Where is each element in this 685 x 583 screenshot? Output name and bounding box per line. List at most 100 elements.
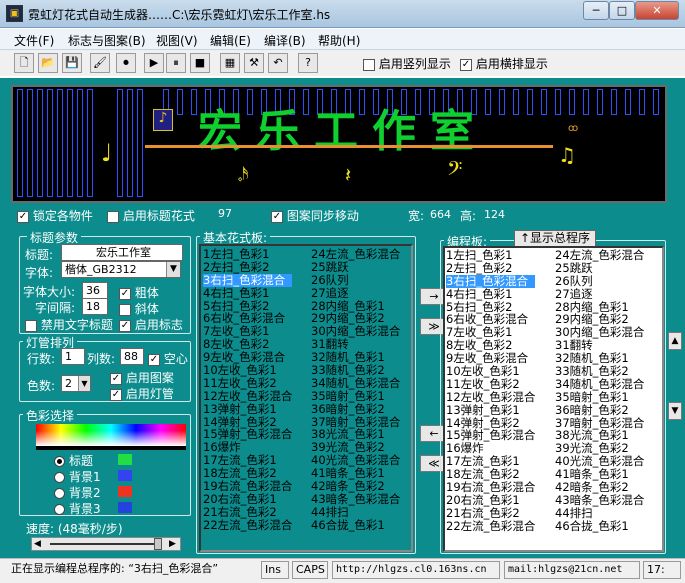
color-option-3[interactable]: 背景3 [54, 500, 101, 517]
list-item[interactable]: 43暗条_色彩混合 [311, 493, 400, 506]
list-item[interactable]: 22左流_色彩混合 [446, 519, 535, 533]
maximize-button[interactable]: □ [609, 1, 635, 20]
list-item[interactable]: 2左扫_色彩2 [446, 261, 535, 275]
enable-logo-checkbox[interactable]: ✓ [119, 319, 131, 332]
close-button[interactable]: ✕ [635, 1, 679, 20]
list-item[interactable]: 19右流_色彩混合 [203, 480, 292, 493]
list-item[interactable]: 10左收_色彩1 [203, 364, 292, 377]
list-item[interactable]: 25跳跃 [311, 260, 400, 274]
pause-icon[interactable]: ⏸ [166, 53, 186, 73]
color-swatch[interactable] [118, 486, 132, 497]
list-item[interactable]: 42暗条_色彩2 [311, 480, 400, 493]
list-item[interactable]: 10左收_色彩1 [446, 365, 535, 378]
list-item[interactable]: 21右流_色彩2 [203, 505, 292, 519]
list-item[interactable]: 44排扫 [311, 505, 400, 519]
radio-button[interactable] [54, 488, 65, 499]
help-icon[interactable]: ? [298, 53, 318, 73]
speed-slider[interactable]: ◀ ▶ [31, 537, 181, 551]
neon-preview[interactable]: ♪ 宏乐工作室 ♩ 𝆹𝅥𝅯 𝄽 𝄢 ♫ ꝏ [11, 85, 667, 203]
hollow-checkbox[interactable]: ✓ [148, 353, 160, 366]
color-swatch[interactable] [118, 470, 132, 481]
list-item[interactable]: 36暗射_色彩2 [555, 403, 644, 417]
show-program-button[interactable]: ↑显示总程序 [514, 230, 596, 247]
list-item[interactable]: 26队列 [311, 273, 400, 287]
list-item[interactable]: 19右流_色彩混合 [446, 481, 535, 494]
menu-help[interactable]: 帮助(H) [318, 32, 360, 49]
stop-record-icon[interactable]: ⏺ [116, 53, 136, 73]
cols-input[interactable]: 88 [120, 348, 144, 365]
color-option-0[interactable]: 标题 [54, 452, 93, 469]
disable-text-title-checkbox[interactable] [25, 319, 37, 332]
slider-right-icon[interactable]: ▶ [169, 539, 176, 549]
list-item[interactable]: 35暗射_色彩1 [555, 390, 644, 404]
minimize-button[interactable]: ─ [583, 1, 609, 20]
chevron-down-icon[interactable]: ▼ [78, 376, 90, 391]
enable-pattern-checkbox[interactable]: ✓ [110, 372, 122, 385]
list-item[interactable]: 12左收_色彩混合 [203, 389, 292, 403]
menu-file[interactable]: 文件(F) [14, 32, 54, 49]
list-item[interactable]: 11左收_色彩2 [203, 377, 292, 390]
italic-checkbox[interactable] [119, 303, 131, 316]
color-option-1[interactable]: 背景1 [54, 468, 101, 485]
save-icon[interactable]: 💾 [62, 53, 82, 73]
list-item[interactable]: 24左流_色彩混合 [555, 249, 644, 262]
show-vertical-checkbox[interactable] [363, 58, 375, 71]
color-spectrum-picker[interactable] [36, 424, 186, 446]
move-down-button[interactable]: ▼ [668, 402, 682, 420]
menu-view[interactable]: 视图(V) [156, 32, 198, 49]
list-item[interactable]: 21右流_色彩2 [446, 506, 535, 520]
list-item[interactable]: 26队列 [555, 274, 644, 288]
list-item[interactable]: 34随机_色彩混合 [555, 378, 644, 391]
radio-button[interactable] [54, 472, 65, 483]
calc-icon[interactable]: ▦ [220, 53, 240, 73]
list-item[interactable]: 11左收_色彩2 [446, 378, 535, 391]
size-input[interactable]: 36 [82, 282, 108, 299]
title-input[interactable]: 宏乐工作室 [61, 244, 183, 261]
status-url[interactable]: http://hlgzs.cl0.163ns.cn [332, 561, 500, 579]
list-item[interactable]: 27追逐 [555, 287, 644, 301]
title-style-option[interactable]: 启用标题花式 [107, 207, 195, 224]
list-item[interactable]: 13弹射_色彩1 [203, 402, 292, 416]
radio-button[interactable] [54, 456, 65, 467]
list-item[interactable]: 35暗射_色彩1 [311, 389, 400, 403]
open-icon[interactable]: 📂 [38, 53, 58, 73]
list-item[interactable]: 4右扫_色彩1 [446, 287, 535, 301]
list-item[interactable]: 46合拢_色彩1 [555, 519, 644, 533]
list-item[interactable]: 36暗射_色彩2 [311, 402, 400, 416]
list-item[interactable]: 1左扫_色彩1 [203, 248, 292, 261]
list-item[interactable]: 20右流_色彩1 [446, 494, 535, 507]
new-icon[interactable]: 🗋 [14, 53, 34, 73]
colors-select[interactable]: 2 ▼ [61, 375, 91, 392]
show-horizontal-checkbox[interactable]: ✓ [460, 58, 472, 71]
bold-option[interactable]: ✓ 粗体 [119, 284, 159, 301]
move-up-button[interactable]: ▲ [668, 332, 682, 350]
menu-edit[interactable]: 编辑(E) [210, 32, 251, 49]
list-item[interactable]: 2左扫_色彩2 [203, 260, 292, 274]
color-swatch[interactable] [118, 454, 132, 465]
undo-icon[interactable]: ↶ [268, 53, 288, 73]
lock-checkbox[interactable]: ✓ [17, 210, 29, 223]
list-item[interactable]: 43暗条_色彩混合 [555, 494, 644, 507]
spacing-input[interactable]: 18 [82, 298, 108, 315]
list-item[interactable]: 20右流_色彩1 [203, 493, 292, 506]
list-item[interactable]: 4右扫_色彩1 [203, 286, 292, 300]
radio-button[interactable] [54, 504, 65, 515]
paint-icon[interactable]: 🖌 [90, 53, 110, 73]
list-item[interactable]: 42暗条_色彩2 [555, 481, 644, 494]
list-item[interactable]: 24左流_色彩混合 [311, 248, 400, 261]
list-item[interactable]: 46合拢_色彩1 [311, 518, 400, 532]
tools-icon[interactable]: ⚒ [244, 53, 264, 73]
status-mail[interactable]: mail:hlgzs@21cn.net [504, 561, 640, 579]
list-item[interactable]: 44排扫 [555, 506, 644, 520]
list-item[interactable]: 33随机_色彩2 [555, 365, 644, 378]
stop-icon[interactable]: ■ [190, 53, 210, 73]
play-icon[interactable]: ▶ [144, 53, 164, 73]
list-item[interactable]: 25跳跃 [555, 261, 644, 275]
list-item[interactable]: 3右扫_色彩混合 [203, 273, 293, 287]
menu-logo-pattern[interactable]: 标志与图案(B) [68, 32, 146, 49]
enable-logo-option[interactable]: ✓ 启用标志 [119, 316, 183, 333]
enable-pattern-option[interactable]: ✓ 启用图案 [110, 369, 174, 386]
basic-patterns-list[interactable]: 1左扫_色彩1 2左扫_色彩2 3右扫_色彩混合 4右扫_色彩1 5右扫_色彩2 6右收_… [199, 244, 413, 552]
show-vertical-option[interactable]: 启用竖列显示 [363, 55, 451, 72]
list-item[interactable]: 22左流_色彩混合 [203, 518, 292, 532]
